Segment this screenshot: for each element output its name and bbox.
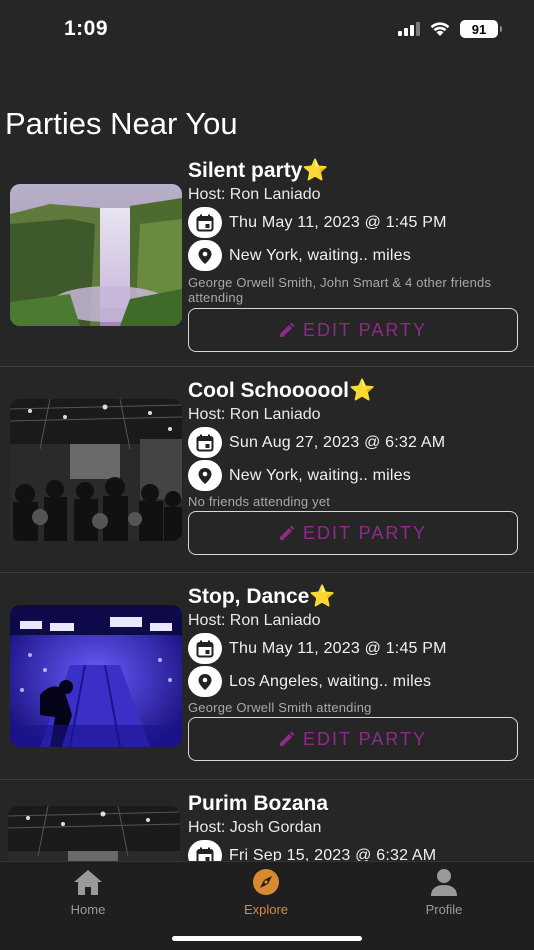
location-row: New York, waiting.. miles	[188, 459, 518, 492]
party-host: Host: Ron Laniado	[188, 186, 321, 203]
party-info: Silent party ⭐ Host: Ron Laniado Thu May …	[188, 157, 518, 352]
tab-explore-label: Explore	[243, 902, 289, 917]
party-name[interactable]: Cool Schoooool ⭐	[188, 377, 518, 405]
person-icon	[431, 869, 457, 896]
edit-party-button[interactable]: EDIT PARTY	[188, 511, 518, 555]
tab-explore[interactable]: Explore	[206, 868, 326, 917]
party-location: New York, waiting.. miles	[229, 466, 411, 484]
party-image-bowling[interactable]	[10, 605, 182, 747]
calendar-icon	[188, 840, 222, 861]
party-info: Cool Schoooool ⭐ Host: Ron Laniado Sun Au…	[188, 377, 518, 555]
pencil-icon	[279, 322, 295, 337]
page-title: Parties Near You	[5, 106, 238, 141]
date-row: Sun Aug 27, 2023 @ 6:32 AM	[188, 426, 518, 459]
party-card[interactable]: Stop, Dance ⭐ Host: Ron Laniado Thu May 1…	[0, 573, 534, 780]
tab-profile[interactable]: Profile	[384, 868, 504, 917]
tab-home[interactable]: Home	[28, 868, 148, 917]
friends-attending: No friends attending yet	[188, 494, 331, 509]
location-pin-icon	[188, 666, 222, 697]
status-bar: 1:09 91	[0, 0, 534, 60]
party-name[interactable]: Silent party ⭐	[188, 157, 518, 185]
party-date: Thu May 11, 2023 @ 1:45 PM	[229, 639, 447, 657]
date-row: Thu May 11, 2023 @ 1:45 PM	[188, 632, 518, 665]
party-info: Stop, Dance ⭐ Host: Ron Laniado Thu May 1…	[188, 583, 518, 761]
party-image-crowd[interactable]	[8, 806, 180, 861]
tab-profile-label: Profile	[425, 902, 463, 917]
location-row: Los Angeles, waiting.. miles	[188, 665, 518, 698]
home-indicator	[172, 936, 362, 941]
pencil-icon	[279, 525, 295, 540]
wifi-icon	[430, 22, 450, 36]
pencil-icon	[279, 731, 295, 746]
calendar-icon	[188, 427, 222, 458]
location-row: New York, waiting.. miles	[188, 239, 518, 272]
edit-party-button[interactable]: EDIT PARTY	[188, 308, 518, 352]
date-row: Fri Sep 15, 2023 @ 6:32 AM	[188, 839, 518, 861]
party-location: New York, waiting.. miles	[229, 246, 411, 264]
party-host: Host: Josh Gordan	[188, 819, 322, 836]
status-time: 1:09	[64, 17, 109, 40]
calendar-icon	[188, 633, 222, 664]
star-icon: ⭐	[302, 159, 329, 182]
location-pin-icon	[188, 240, 222, 271]
party-card[interactable]: Cool Schoooool ⭐ Host: Ron Laniado Sun Au…	[0, 367, 534, 573]
tab-home-label: Home	[70, 902, 106, 917]
party-date: Sun Aug 27, 2023 @ 6:32 AM	[229, 433, 446, 451]
star-icon: ⭐	[348, 379, 376, 402]
party-card[interactable]: Purim Bozana Host: Josh Gordan Fri Sep 1…	[0, 780, 534, 861]
location-pin-icon	[188, 460, 222, 491]
party-host: Host: Ron Laniado	[188, 406, 321, 423]
signal-icon	[398, 22, 420, 36]
home-icon	[74, 870, 102, 895]
party-image-waterfall[interactable]	[10, 184, 182, 326]
party-location: Los Angeles, waiting.. miles	[229, 672, 432, 690]
friends-attending: George Orwell Smith attending	[188, 700, 372, 715]
party-image-crowd[interactable]	[10, 399, 182, 541]
friends-attending: George Orwell Smith, John Smart & 4 othe…	[188, 275, 492, 305]
edit-party-button[interactable]: EDIT PARTY	[188, 717, 518, 761]
calendar-icon	[188, 207, 222, 238]
party-info: Purim Bozana Host: Josh Gordan Fri Sep 1…	[188, 790, 518, 861]
status-icons: 91	[398, 20, 502, 38]
date-row: Thu May 11, 2023 @ 1:45 PM	[188, 206, 518, 239]
battery-icon: 91	[460, 20, 502, 38]
party-name[interactable]: Stop, Dance ⭐	[188, 583, 518, 611]
party-date: Thu May 11, 2023 @ 1:45 PM	[229, 213, 447, 231]
party-date: Fri Sep 15, 2023 @ 6:32 AM	[229, 846, 437, 862]
party-host: Host: Ron Laniado	[188, 612, 321, 629]
party-name[interactable]: Purim Bozana	[188, 790, 518, 818]
star-icon: ⭐	[309, 585, 336, 608]
party-card[interactable]: Silent party ⭐ Host: Ron Laniado Thu May …	[0, 150, 534, 367]
party-list[interactable]: Silent party ⭐ Host: Ron Laniado Thu May …	[0, 150, 534, 861]
compass-icon	[253, 869, 279, 895]
